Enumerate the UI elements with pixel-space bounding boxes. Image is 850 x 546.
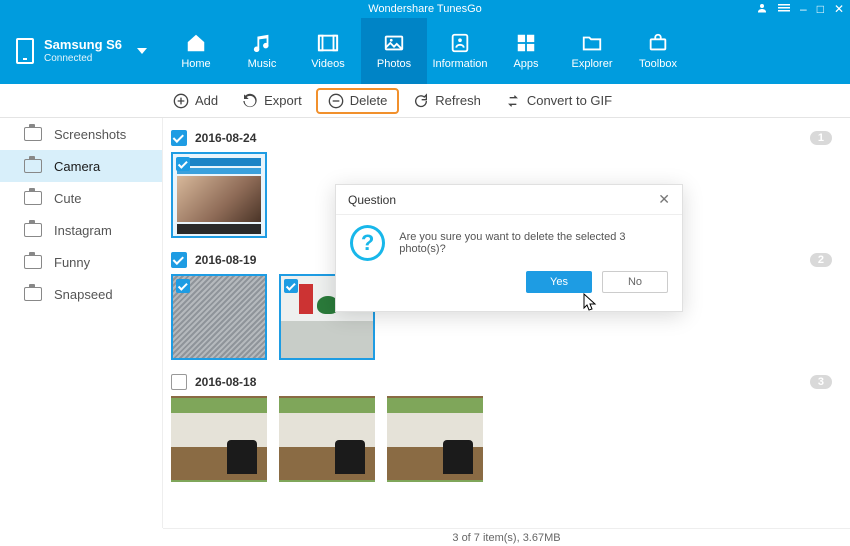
export-label: Export — [264, 93, 302, 108]
album-icon — [24, 223, 42, 237]
menu-icon[interactable] — [778, 2, 790, 17]
chevron-down-icon — [137, 48, 147, 54]
main-area: Screenshots Camera Cute Instagram Funny Snaps… — [0, 118, 850, 528]
window-controls: – □ ✕ — [756, 0, 844, 18]
convert-gif-button[interactable]: Convert to GIF — [495, 89, 622, 113]
device-status: Connected — [44, 53, 122, 64]
album-icon — [24, 255, 42, 269]
group-date: 2016-08-19 — [195, 253, 256, 267]
group-header: 2016-08-24 1 — [171, 124, 832, 152]
user-icon[interactable] — [756, 2, 768, 17]
photo-content[interactable]: 2016-08-24 1 2016-08-19 2 2016-08-18 3 — [163, 118, 850, 528]
top-nav: Samsung S6 Connected Home Music Videos Phot… — [0, 18, 850, 84]
question-icon: ? — [350, 225, 385, 261]
sidebar: Screenshots Camera Cute Instagram Funny Snaps… — [0, 118, 163, 528]
refresh-button[interactable]: Refresh — [403, 89, 491, 113]
tab-label: Music — [248, 58, 277, 70]
status-text: 3 of 7 item(s), 3.67MB — [452, 532, 560, 544]
sidebar-item-label: Funny — [54, 255, 90, 270]
tab-home[interactable]: Home — [163, 18, 229, 84]
tab-label: Photos — [377, 58, 411, 70]
add-label: Add — [195, 93, 218, 108]
photo-group: 2016-08-18 3 — [171, 368, 832, 482]
dialog-titlebar: Question ✕ — [336, 185, 682, 215]
sidebar-item-instagram[interactable]: Instagram — [0, 214, 162, 246]
album-icon — [24, 287, 42, 301]
device-selector[interactable]: Samsung S6 Connected — [0, 18, 163, 84]
group-count-badge: 1 — [810, 131, 832, 145]
nav-tabs: Home Music Videos Photos Information Apps Expl… — [163, 18, 691, 84]
group-checkbox[interactable] — [171, 130, 187, 146]
dialog-no-button[interactable]: No — [602, 271, 668, 293]
tab-apps[interactable]: Apps — [493, 18, 559, 84]
album-icon — [24, 191, 42, 205]
tab-photos[interactable]: Photos — [361, 18, 427, 84]
sidebar-item-camera[interactable]: Camera — [0, 150, 162, 182]
tab-toolbox[interactable]: Toolbox — [625, 18, 691, 84]
group-count-badge: 3 — [810, 375, 832, 389]
photo-thumbnail[interactable] — [279, 396, 375, 482]
titlebar: Wondershare TunesGo – □ ✕ — [0, 0, 850, 18]
tab-label: Toolbox — [639, 58, 677, 70]
app-title: Wondershare TunesGo — [368, 3, 482, 15]
tab-label: Home — [181, 58, 210, 70]
thumb-checkbox[interactable] — [176, 157, 190, 171]
dialog-title: Question — [348, 193, 396, 207]
plus-icon — [173, 93, 189, 109]
sidebar-item-screenshots[interactable]: Screenshots — [0, 118, 162, 150]
tab-explorer[interactable]: Explorer — [559, 18, 625, 84]
export-button[interactable]: Export — [232, 89, 312, 113]
group-date: 2016-08-18 — [195, 375, 256, 389]
dialog-message: Are you sure you want to delete the sele… — [399, 231, 668, 255]
toolbar: Add Export Delete Refresh Convert to GIF — [0, 84, 850, 118]
status-bar: 3 of 7 item(s), 3.67MB — [163, 528, 850, 546]
group-checkbox[interactable] — [171, 374, 187, 390]
sidebar-item-label: Camera — [54, 159, 100, 174]
album-icon — [24, 127, 42, 141]
tab-information[interactable]: Information — [427, 18, 493, 84]
minimize-button[interactable]: – — [800, 2, 807, 16]
sidebar-item-label: Cute — [54, 191, 81, 206]
tab-label: Videos — [311, 58, 344, 70]
photo-thumbnail[interactable] — [171, 152, 267, 238]
confirm-dialog: Question ✕ ? Are you sure you want to de… — [335, 184, 683, 312]
delete-label: Delete — [350, 93, 388, 108]
delete-button[interactable]: Delete — [316, 88, 400, 114]
maximize-button[interactable]: □ — [817, 2, 824, 16]
dialog-yes-button[interactable]: Yes — [526, 271, 592, 293]
add-button[interactable]: Add — [163, 89, 228, 113]
group-date: 2016-08-24 — [195, 131, 256, 145]
convert-icon — [505, 93, 521, 109]
refresh-label: Refresh — [435, 93, 481, 108]
phone-icon — [16, 38, 34, 64]
tab-label: Explorer — [572, 58, 613, 70]
sidebar-item-label: Instagram — [54, 223, 112, 238]
minus-icon — [328, 93, 344, 109]
thumb-checkbox[interactable] — [284, 279, 298, 293]
photo-thumbnail[interactable] — [171, 274, 267, 360]
tab-label: Information — [432, 58, 487, 70]
tab-music[interactable]: Music — [229, 18, 295, 84]
sidebar-item-funny[interactable]: Funny — [0, 246, 162, 278]
dialog-close-icon[interactable]: ✕ — [658, 191, 670, 208]
photo-thumbnail[interactable] — [171, 396, 267, 482]
sidebar-item-cute[interactable]: Cute — [0, 182, 162, 214]
group-count-badge: 2 — [810, 253, 832, 267]
group-checkbox[interactable] — [171, 252, 187, 268]
sidebar-item-label: Snapseed — [54, 287, 113, 302]
close-button[interactable]: ✕ — [834, 2, 844, 16]
tab-videos[interactable]: Videos — [295, 18, 361, 84]
tab-label: Apps — [513, 58, 538, 70]
thumb-row — [171, 396, 832, 482]
export-icon — [242, 93, 258, 109]
refresh-icon — [413, 93, 429, 109]
device-name: Samsung S6 — [44, 38, 122, 52]
sidebar-item-label: Screenshots — [54, 127, 126, 142]
sidebar-item-snapseed[interactable]: Snapseed — [0, 278, 162, 310]
group-header: 2016-08-18 3 — [171, 368, 832, 396]
album-icon — [24, 159, 42, 173]
convert-gif-label: Convert to GIF — [527, 93, 612, 108]
thumb-checkbox[interactable] — [176, 279, 190, 293]
photo-thumbnail[interactable] — [387, 396, 483, 482]
